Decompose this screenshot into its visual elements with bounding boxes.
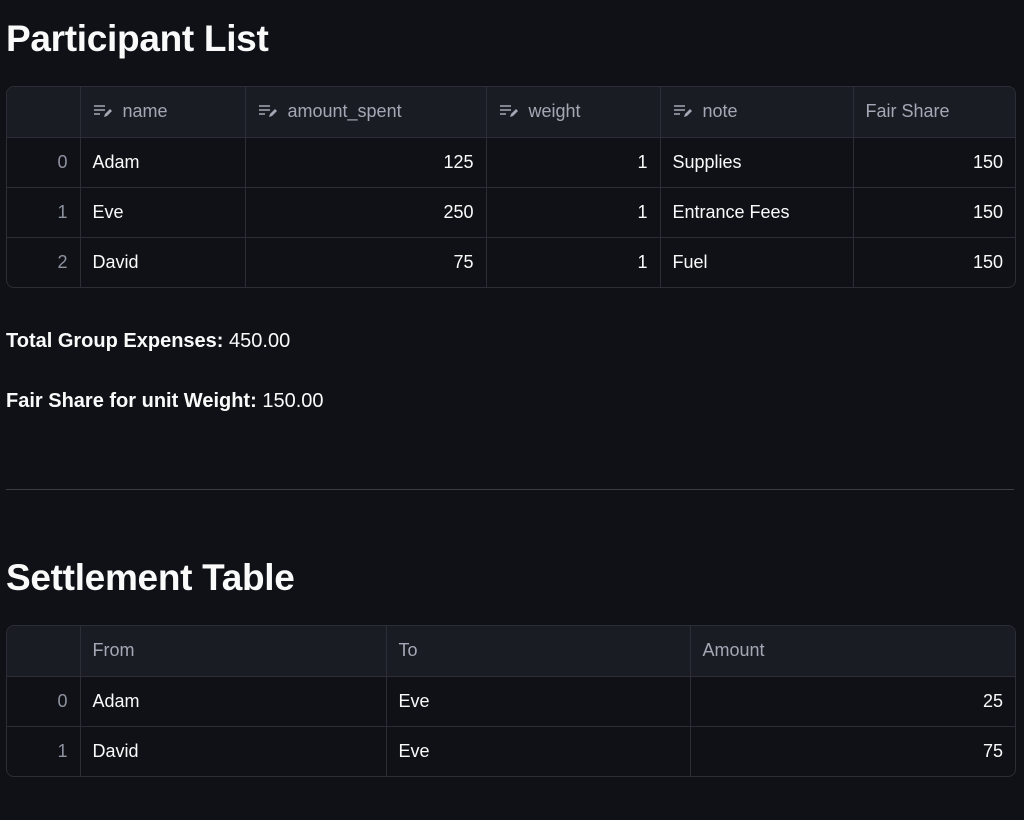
index-header (7, 626, 81, 677)
participant-data-editor[interactable]: name amount_spent weight note Fair Share… (6, 86, 1016, 288)
settlement-dataframe[interactable]: From To Amount 0 Adam Eve 25 1 David Eve… (6, 625, 1016, 777)
participant-list-title: Participant List (6, 18, 269, 59)
total-group-expenses: Total Group Expenses: 450.00 (6, 330, 290, 353)
column-header-to[interactable]: To (386, 626, 691, 677)
cell-name[interactable]: Eve (80, 187, 246, 238)
total-expenses-label: Total Group Expenses: (6, 330, 224, 352)
cell-weight[interactable]: 1 (486, 237, 661, 287)
edit-text-icon (93, 104, 113, 118)
section-divider (6, 489, 1014, 490)
edit-text-icon (673, 104, 693, 118)
cell-note[interactable]: Entrance Fees (660, 187, 854, 238)
fair-share-label: Fair Share for unit Weight: (6, 390, 257, 412)
row-index: 2 (7, 237, 81, 287)
header-row: From To Amount (7, 626, 1015, 677)
cell-to[interactable]: Eve (386, 726, 691, 776)
header-row: name amount_spent weight note Fair Share (7, 87, 1015, 138)
table-row[interactable]: 0 Adam Eve 25 (7, 676, 1015, 727)
cell-amount-spent[interactable]: 75 (245, 237, 487, 287)
table-row[interactable]: 0 Adam 125 1 Supplies 150 (7, 137, 1015, 188)
column-header-weight[interactable]: weight (486, 87, 661, 138)
cell-note[interactable]: Supplies (660, 137, 854, 188)
cell-from[interactable]: Adam (80, 676, 387, 727)
column-header-amount-spent[interactable]: amount_spent (245, 87, 487, 138)
column-header-from[interactable]: From (80, 626, 387, 677)
cell-amount-spent[interactable]: 250 (245, 187, 487, 238)
row-index: 0 (7, 137, 81, 188)
fair-share-unit-weight: Fair Share for unit Weight: 150.00 (6, 390, 324, 413)
row-index: 1 (7, 187, 81, 238)
table-row[interactable]: 1 David Eve 75 (7, 726, 1015, 776)
cell-weight[interactable]: 1 (486, 187, 661, 238)
cell-note[interactable]: Fuel (660, 237, 854, 287)
edit-text-icon (499, 104, 519, 118)
column-header-name[interactable]: name (80, 87, 246, 138)
total-expenses-value: 450.00 (229, 330, 291, 352)
cell-name[interactable]: Adam (80, 137, 246, 188)
cell-fair-share[interactable]: 150 (853, 137, 1015, 188)
column-header-note[interactable]: note (660, 87, 854, 138)
row-index: 1 (7, 726, 81, 776)
cell-fair-share[interactable]: 150 (853, 187, 1015, 238)
column-header-amount[interactable]: Amount (690, 626, 1015, 677)
cell-fair-share[interactable]: 150 (853, 237, 1015, 287)
settlement-table-title: Settlement Table (6, 557, 295, 598)
cell-amount-spent[interactable]: 125 (245, 137, 487, 188)
cell-to[interactable]: Eve (386, 676, 691, 727)
row-index: 0 (7, 676, 81, 727)
cell-amount[interactable]: 75 (690, 726, 1015, 776)
column-header-fair-share[interactable]: Fair Share (853, 87, 1015, 138)
cell-amount[interactable]: 25 (690, 676, 1015, 727)
cell-from[interactable]: David (80, 726, 387, 776)
cell-weight[interactable]: 1 (486, 137, 661, 188)
edit-text-icon (258, 104, 278, 118)
fair-share-value: 150.00 (262, 390, 324, 412)
index-header (7, 87, 81, 138)
cell-name[interactable]: David (80, 237, 246, 287)
table-row[interactable]: 2 David 75 1 Fuel 150 (7, 237, 1015, 287)
table-row[interactable]: 1 Eve 250 1 Entrance Fees 150 (7, 187, 1015, 238)
